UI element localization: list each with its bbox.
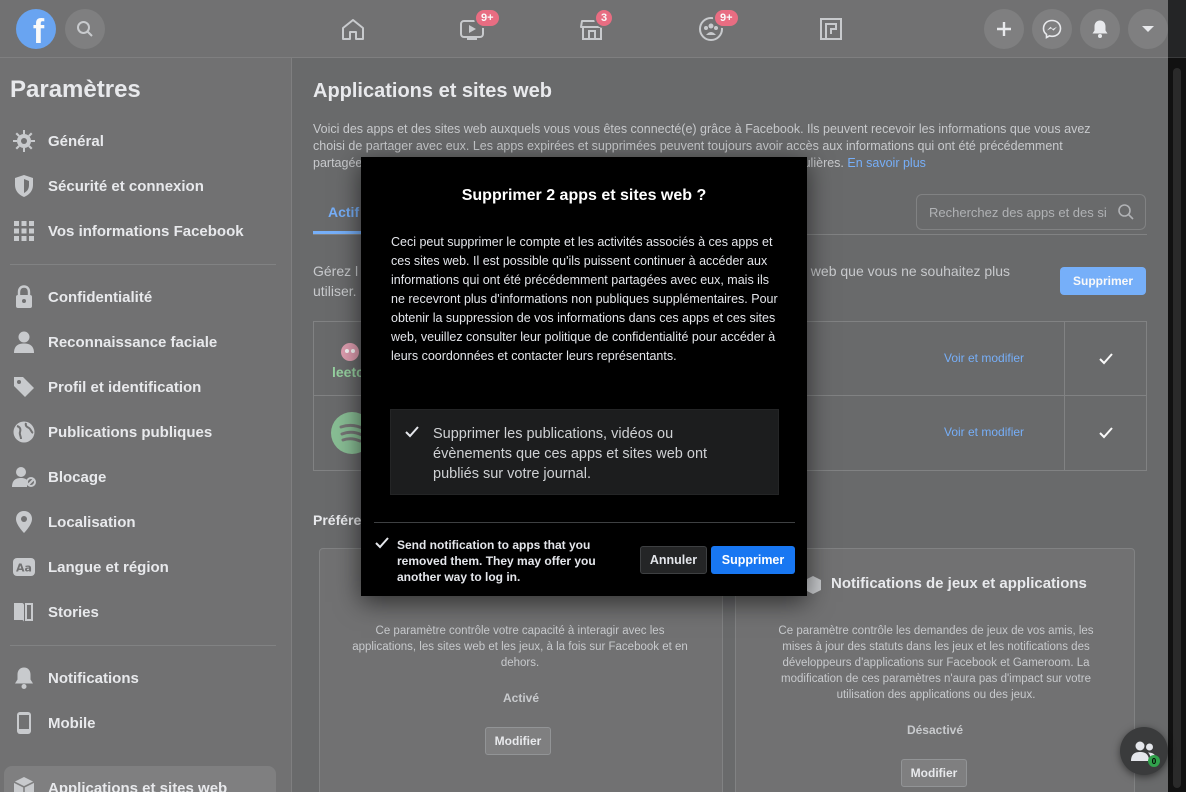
delete-apps-dialog: Supprimer 2 apps et sites web ? Ceci peu… (361, 157, 807, 596)
scrollbar[interactable] (1168, 58, 1186, 792)
delete-posts-label: Supprimer les publications, vidéos ou év… (433, 426, 708, 482)
dialog-body: Ceci peut supprimer le compte et les act… (391, 235, 778, 363)
online-count-badge: 0 (1148, 755, 1160, 767)
dialog-title: Supprimer 2 apps et sites web ? (461, 187, 707, 204)
notify-checkbox[interactable] (375, 537, 389, 549)
dialog-divider (374, 522, 795, 523)
checkmark-icon[interactable] (405, 426, 419, 438)
delete-posts-option[interactable]: Supprimer les publications, vidéos ou év… (390, 409, 779, 495)
notify-apps-label: Send notification to apps that you remov… (397, 538, 596, 584)
contacts-button[interactable]: 0 (1120, 727, 1168, 775)
cancel-button[interactable]: Annuler (640, 546, 707, 574)
confirm-delete-button[interactable]: Supprimer (711, 546, 795, 574)
scrollbar-thumb[interactable] (1173, 68, 1181, 788)
